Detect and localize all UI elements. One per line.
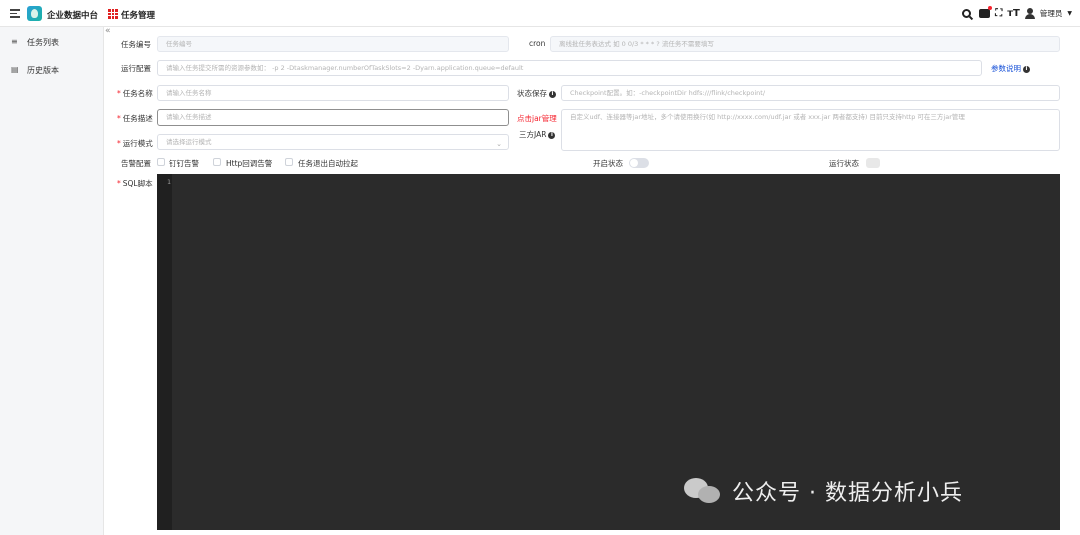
sidebar-item-task-list[interactable]: ≡ 任务列表 — [0, 28, 104, 56]
task-desc-input[interactable]: 请输入任务描述 — [157, 109, 509, 126]
sidebar-item-label: 任务列表 — [27, 37, 59, 47]
jar-manage-link[interactable]: 点击jar管理 — [517, 113, 557, 124]
watermark: 公众号 · 数据分析小兵 — [684, 476, 963, 506]
task-id-input[interactable]: 任务编号 — [157, 36, 509, 52]
line-number-gutter — [157, 174, 172, 530]
state-save-input[interactable]: Checkpoint配置。如：-checkpointDir hdfs:///fl… — [561, 85, 1060, 101]
sidebar: ≡ 任务列表 ▤ 历史版本 — [0, 27, 104, 535]
font-size-icon[interactable]: тТ — [1007, 6, 1020, 21]
auto-restart-checkbox[interactable] — [285, 158, 293, 166]
cron-input[interactable]: 离线批任务表达式 如 0 0/3 * * * ? 流任务不需要填写 — [550, 36, 1060, 52]
sql-script-label: * SQL脚本 — [117, 179, 153, 188]
fullscreen-icon[interactable]: ⛶ — [995, 6, 1002, 21]
cron-label: cron — [529, 39, 546, 48]
enable-state-label: 开启状态 — [593, 159, 623, 168]
run-config-input[interactable]: 请输入任务提交所需的资源参数如： -p 2 -Dtaskmanager.numb… — [157, 60, 982, 76]
wechat-icon — [684, 478, 724, 504]
run-mode-placeholder: 请选择运行模式 — [166, 138, 212, 146]
page-title: 任务管理 — [121, 11, 156, 21]
top-header: 企业数据中台 任务管理 ⛶ тТ 管理员 ▼ — [0, 0, 1080, 27]
param-help-text: 参数说明 — [991, 64, 1021, 73]
list-icon: ≡ — [11, 37, 18, 46]
state-save-label: 状态保存 i — [517, 88, 556, 99]
line-number: 1 — [167, 178, 171, 186]
third-jar-textarea[interactable]: 自定义udf、连接器等jar地址，多个请使用换行(如 http://xxxx.c… — [561, 109, 1060, 151]
sidebar-item-label: 历史版本 — [27, 65, 59, 75]
dingtalk-alert-checkbox[interactable] — [157, 158, 165, 166]
alert-config-label: 告警配置 — [121, 159, 151, 168]
chevron-down-icon[interactable]: ▼ — [1067, 10, 1072, 17]
task-name-input[interactable]: 请输入任务名称 — [157, 85, 509, 101]
watermark-text: 公众号 · 数据分析小兵 — [732, 481, 963, 506]
task-id-label: 任务编号 — [121, 40, 151, 49]
http-alert-label: Http回调告警 — [226, 159, 273, 168]
enable-state-toggle[interactable] — [629, 158, 649, 168]
menu-icon[interactable] — [10, 9, 20, 18]
run-config-label: 运行配置 — [121, 64, 151, 73]
user-icon[interactable] — [1024, 8, 1035, 19]
app-logo-icon[interactable] — [27, 6, 42, 21]
run-mode-label: * 运行模式 — [117, 139, 153, 148]
sidebar-item-history[interactable]: ▤ 历史版本 — [0, 56, 104, 84]
task-desc-label: * 任务描述 — [117, 114, 153, 123]
user-name[interactable]: 管理员 — [1040, 8, 1063, 19]
app-name: 企业数据中台 — [47, 11, 99, 21]
run-state-label: 运行状态 — [829, 159, 859, 168]
dingtalk-alert-label: 钉钉告警 — [169, 159, 199, 168]
history-icon: ▤ — [11, 65, 19, 74]
info-icon: i — [1023, 65, 1030, 73]
chevron-down-icon: ⌄ — [496, 140, 502, 148]
auto-restart-label: 任务退出自动拉起 — [298, 159, 358, 168]
collapse-sidebar-icon[interactable]: « — [105, 26, 111, 36]
info-icon: i — [549, 90, 556, 98]
search-icon[interactable] — [962, 9, 972, 18]
third-jar-label: 三方JAR i — [519, 129, 556, 140]
apps-grid-icon[interactable] — [108, 9, 118, 19]
run-mode-select[interactable]: 请选择运行模式 ⌄ — [157, 134, 509, 150]
header-actions: ⛶ тТ 管理员 ▼ — [962, 6, 1072, 21]
param-help-link[interactable]: 参数说明 i — [991, 63, 1030, 74]
message-icon[interactable] — [979, 6, 993, 18]
task-name-label: * 任务名称 — [117, 89, 153, 98]
run-state-indicator — [866, 158, 880, 168]
info-icon: i — [548, 131, 556, 139]
http-alert-checkbox[interactable] — [213, 158, 221, 166]
